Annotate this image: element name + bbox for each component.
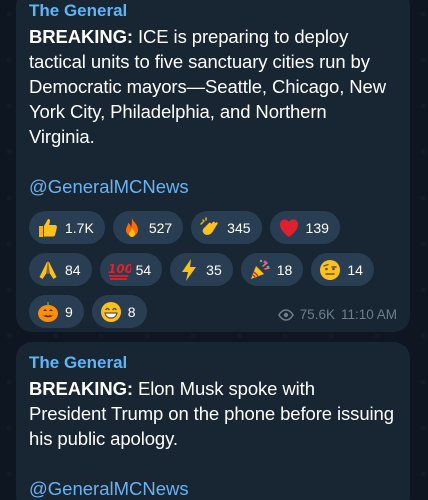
thumbs-up-icon	[36, 216, 60, 240]
reaction-raised-eyebrow[interactable]: 14	[311, 253, 374, 286]
message-text: BREAKING: ICE is preparing to deploy tac…	[29, 24, 397, 149]
reaction-count: 8	[127, 303, 136, 320]
jack-o-lantern-icon	[36, 300, 60, 324]
clapping-hands-icon	[198, 216, 222, 240]
reaction-folded-hands[interactable]: 84	[29, 253, 92, 286]
hundred-points-icon: 100	[107, 258, 131, 282]
reaction-heart[interactable]: 139	[269, 211, 340, 244]
channel-link[interactable]: @GeneralMCNews	[29, 476, 397, 500]
reaction-party[interactable]: 18	[240, 253, 304, 286]
eye-icon	[277, 308, 294, 321]
reaction-fire[interactable]: 527	[112, 211, 184, 244]
folded-hands-icon	[36, 258, 60, 282]
message-bubble[interactable]: The General BREAKING: ICE is preparing t…	[16, 0, 410, 332]
message-meta: 75.6K 11:10 AM	[277, 307, 397, 322]
reaction-count: 527	[148, 219, 173, 236]
breaking-label: BREAKING:	[29, 26, 133, 47]
message-bubble[interactable]: The General BREAKING: Elon Musk spoke wi…	[16, 342, 410, 500]
reaction-clapping[interactable]: 345	[191, 211, 262, 244]
reaction-count: 84	[65, 261, 81, 278]
reaction-count: 9	[65, 303, 73, 320]
fire-icon	[120, 216, 144, 240]
reaction-count: 35	[206, 261, 222, 278]
breaking-label: BREAKING:	[29, 378, 133, 399]
raised-eyebrow-face-icon	[318, 258, 342, 282]
reaction-count: 139	[305, 219, 329, 236]
lightning-icon	[177, 258, 201, 282]
reaction-count: 14	[347, 261, 363, 278]
reaction-count: 345	[227, 219, 251, 236]
reaction-thumbs-up[interactable]: 1.7K	[29, 211, 105, 244]
sender-name[interactable]: The General	[29, 352, 397, 374]
reaction-hundred[interactable]: 100 54	[99, 253, 163, 286]
reaction-lightning[interactable]: 35	[170, 253, 233, 286]
channel-link[interactable]: @GeneralMCNews	[29, 174, 397, 199]
red-heart-icon	[277, 216, 301, 240]
svg-text:100: 100	[108, 262, 131, 276]
message-text: BREAKING: Elon Musk spoke with President…	[29, 376, 397, 451]
reaction-jack-o-lantern[interactable]: 9	[29, 295, 84, 328]
sender-name[interactable]: The General	[29, 0, 397, 22]
reaction-count: 1.7K	[65, 219, 94, 236]
party-popper-icon	[248, 258, 272, 282]
reaction-count: 18	[276, 261, 293, 278]
reaction-count: 54	[135, 261, 152, 278]
grinning-face-icon	[99, 300, 123, 324]
message-time: 11:10 AM	[340, 307, 397, 322]
reaction-grinning[interactable]: 8	[91, 295, 147, 328]
view-count: 75.6K	[299, 307, 335, 322]
